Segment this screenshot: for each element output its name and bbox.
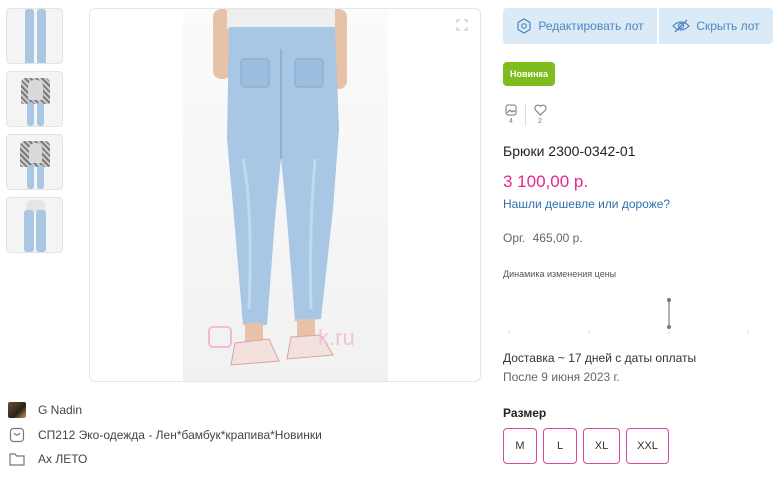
- size-option-xl[interactable]: XL: [583, 428, 620, 464]
- hide-lot-label: Скрыть лот: [696, 19, 760, 33]
- lot-actions: Редактировать лот Скрыть лот: [503, 8, 773, 44]
- new-badge: Новинка: [503, 62, 556, 86]
- gear-icon: [517, 18, 531, 34]
- hide-lot-button[interactable]: Скрыть лот: [659, 8, 773, 44]
- seller-avatar: [8, 401, 26, 419]
- price-dynamics-chart: [508, 298, 749, 334]
- org-label: Орг.: [503, 231, 526, 245]
- watermark-text: k.ru: [318, 325, 355, 350]
- photos-count: 4: [509, 118, 513, 125]
- expand-icon[interactable]: [456, 19, 468, 31]
- photos-counter[interactable]: 4: [503, 104, 519, 125]
- thumbnail-4[interactable]: [6, 197, 63, 253]
- thumbnail-list: [6, 8, 63, 260]
- delivery-info: Доставка ~ 17 дней с даты оплаты: [503, 351, 697, 365]
- seller-name[interactable]: G Nadin: [38, 403, 82, 417]
- folder-icon: [8, 450, 26, 468]
- counter-divider: [525, 104, 526, 126]
- folder-row[interactable]: Ах ЛЕТО: [8, 448, 478, 470]
- thumbnail-3[interactable]: [6, 134, 63, 190]
- size-options: M L XL XXL: [503, 428, 669, 464]
- price-dynamics-title: Динамика изменения цены: [503, 269, 617, 279]
- likes-count: 2: [538, 118, 542, 125]
- size-label: Размер: [503, 406, 547, 420]
- chart-point[interactable]: [667, 298, 671, 302]
- product-title: Брюки 2300-0342-01: [503, 143, 636, 159]
- bag-icon: [8, 426, 26, 444]
- org-value: 465,00 р.: [532, 231, 583, 245]
- heart-icon: [533, 104, 547, 116]
- size-option-xxl[interactable]: XXL: [626, 428, 669, 464]
- size-option-m[interactable]: M: [503, 428, 537, 464]
- folder-name[interactable]: Ах ЛЕТО: [38, 452, 87, 466]
- edit-lot-button[interactable]: Редактировать лот: [503, 8, 659, 44]
- size-option-l[interactable]: L: [543, 428, 577, 464]
- product-price: 3 100,00 р.: [503, 172, 589, 191]
- org-fee: Орг. 465,00 р.: [503, 231, 583, 245]
- chart-point[interactable]: [667, 325, 671, 329]
- main-product-image[interactable]: k.ru: [89, 8, 481, 382]
- image-icon: [505, 104, 517, 116]
- counters: 4 2: [503, 104, 548, 126]
- thumbnail-1[interactable]: [6, 8, 63, 64]
- likes-counter[interactable]: 2: [532, 104, 548, 125]
- product-photo: [183, 9, 388, 381]
- catalog-row[interactable]: СП212 Эко-одежда - Лен*бамбук*крапива*Но…: [8, 424, 478, 446]
- eye-off-icon: [672, 19, 691, 33]
- catalog-name[interactable]: СП212 Эко-одежда - Лен*бамбук*крапива*Но…: [38, 428, 322, 442]
- thumbnail-2[interactable]: [6, 71, 63, 127]
- delivery-after-date: После 9 июня 2023 г.: [503, 370, 620, 384]
- edit-lot-label: Редактировать лот: [538, 19, 644, 33]
- cheaper-link[interactable]: Нашли дешевле или дороже?: [503, 197, 670, 211]
- seller-row[interactable]: G Nadin: [8, 399, 478, 421]
